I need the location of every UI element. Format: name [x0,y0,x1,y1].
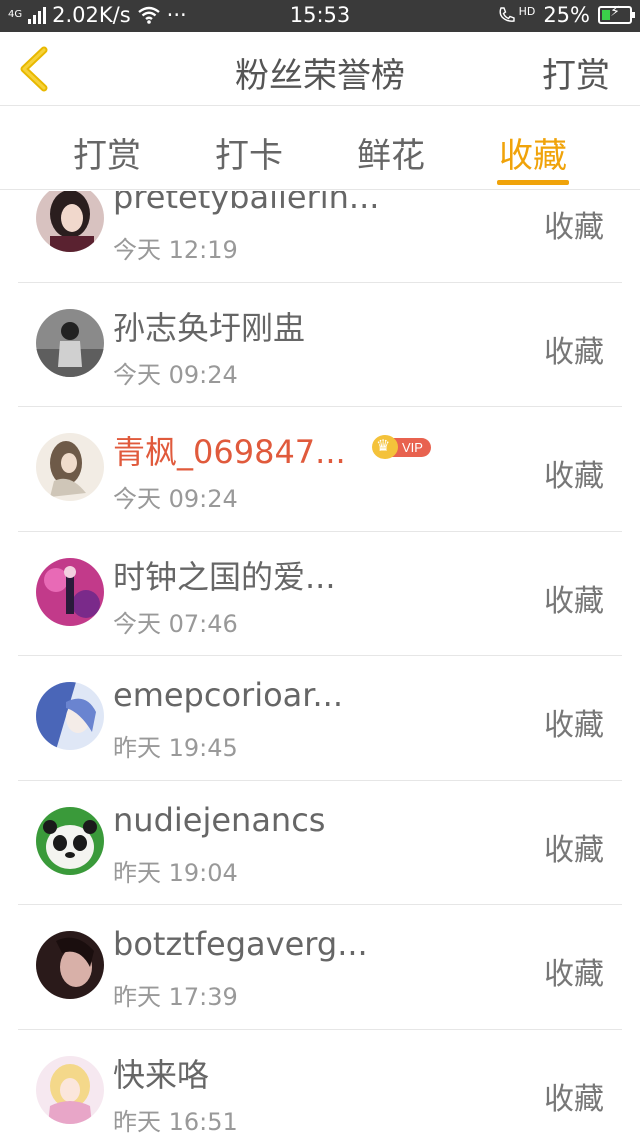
timestamp: 今天 07:46 [113,609,238,638]
header: 粉丝荣誉榜 打赏 [0,32,640,106]
status-right: HD 25% ⚡ [497,3,635,27]
hd-label: HD [518,4,536,18]
tab-favorites[interactable]: 收藏 [488,128,578,177]
user-name: pretetyballerin... [113,191,380,216]
avatar[interactable] [36,433,104,501]
list-item[interactable]: 孙志奂圩刚盅 今天 09:24 收藏 [0,283,640,408]
avatar[interactable] [36,191,104,252]
crown-icon [372,435,398,459]
timestamp: 今天 09:24 [113,485,238,513]
timestamp: 昨天 19:04 [113,858,238,887]
list-item[interactable]: emepcorioar... 昨天 19:45 收藏 [0,656,640,781]
timestamp: 今天 09:24 [113,360,238,389]
list-item[interactable]: pretetyballerin... 今天 12:19 收藏 [0,191,640,283]
tab-reward[interactable]: 打赏 [62,128,152,177]
list-item[interactable]: 时钟之国的爱... 今天 07:46 收藏 [0,532,640,657]
vip-badge: VIP [372,435,431,459]
battery-percent: 25% [543,3,590,27]
avatar[interactable] [36,806,104,875]
user-name: 孙志奂圩刚盅 [113,308,306,347]
user-name: emepcorioar... [113,676,343,714]
action-label: 收藏 [544,459,604,494]
action-label: 收藏 [544,334,604,370]
tab-flowers[interactable]: 鲜花 [346,128,436,177]
fan-list[interactable]: pretetyballerin... 今天 12:19 收藏 孙志奂圩刚盅 今天… [0,191,640,1138]
avatar[interactable] [36,682,104,750]
avatar[interactable] [36,557,104,626]
tab-checkin[interactable]: 打卡 [204,128,294,177]
list-item[interactable]: 青枫_069847... VIP 今天 09:24 收藏 [0,407,640,532]
timestamp: 今天 12:19 [113,236,238,264]
list-item[interactable]: nudiejenancs 昨天 19:04 收藏 [0,781,640,906]
timestamp: 昨天 16:51 [113,1107,238,1136]
list-item[interactable]: 快来咯 昨天 16:51 收藏 [0,1030,640,1138]
timestamp: 昨天 19:45 [113,734,238,762]
user-name: nudiejenancs [113,800,326,839]
tab-bar: 打赏 打卡 鲜花 收藏 [0,106,640,190]
user-name: 快来咯 [113,1055,210,1094]
list-item[interactable]: botztfegaverg... 昨天 17:39 收藏 [0,905,640,1030]
action-label: 收藏 [544,708,604,743]
timestamp: 昨天 17:39 [113,983,238,1011]
phone-icon [499,7,515,22]
action-label: 收藏 [544,1081,604,1117]
action-label: 收藏 [544,957,604,992]
battery-charging-icon: ⚡ [598,4,635,24]
action-label: 收藏 [544,583,604,619]
user-name: 青枫_069847... [113,433,346,471]
avatar[interactable] [36,308,104,377]
status-bar: 4G 2.02K/s ··· 15:53 HD 25% ⚡ [0,0,640,32]
avatar[interactable] [36,1055,104,1124]
active-tab-indicator [497,180,569,185]
action-label: 收藏 [544,210,604,245]
reward-button[interactable]: 打赏 [542,48,610,97]
avatar[interactable] [36,931,104,999]
user-name: botztfegaverg... [113,925,368,963]
user-name: 时钟之国的爱... [113,557,336,596]
action-label: 收藏 [544,832,604,868]
